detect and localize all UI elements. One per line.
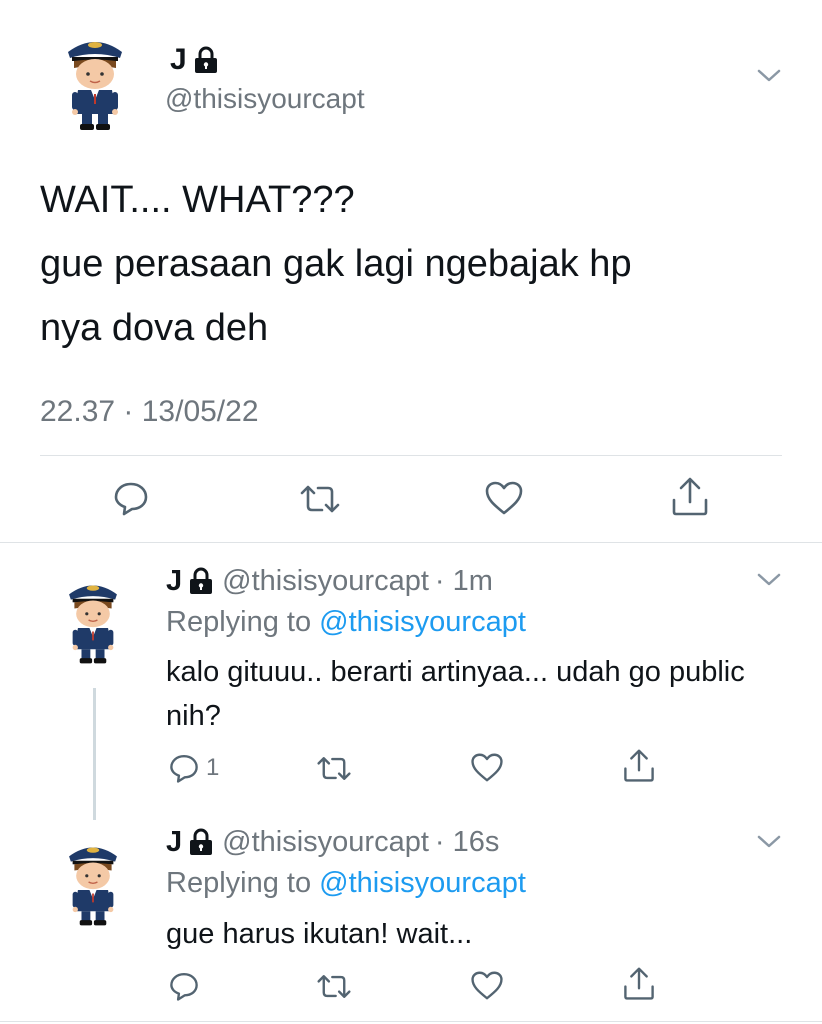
handle[interactable]: @thisisyourcapt [222, 562, 429, 600]
share-icon [624, 967, 654, 1000]
reply-time[interactable]: · 16s [435, 823, 499, 861]
lock-icon [193, 46, 219, 74]
share-icon [624, 749, 654, 782]
reply-button[interactable]: 1 [168, 752, 219, 784]
replying-to: Replying to @thisisyourcapt [166, 864, 526, 902]
reply-header: J @thisisyourcapt · 16s [166, 823, 499, 861]
display-name-text[interactable]: J [170, 40, 187, 80]
replying-to-prefix: Replying to [166, 606, 312, 638]
reply-icon [170, 755, 198, 783]
handle[interactable]: @thisisyourcapt [165, 80, 365, 118]
avatar[interactable] [62, 832, 124, 932]
retweet-button[interactable] [298, 482, 342, 516]
tweet-text-line: WAIT.... WHAT??? [40, 179, 355, 221]
share-icon [672, 477, 708, 516]
reply-text: gue harus ikutan! wait... [166, 918, 473, 950]
reply-icon [114, 482, 148, 516]
chevron-down-icon[interactable] [756, 68, 782, 89]
tweet-text: WAIT.... WHAT??? gue perasaan gak lagi n… [40, 168, 780, 360]
avatar[interactable] [60, 30, 130, 132]
tweet-text-line: nya dova deh [40, 307, 269, 349]
chevron-down-icon[interactable] [756, 572, 782, 593]
replying-to-prefix: Replying to [166, 867, 312, 899]
display-name[interactable]: J [170, 40, 219, 80]
reply-text: kalo gituuu.. berarti artinyaa... udah g… [166, 656, 745, 732]
replying-to-link[interactable]: @thisisyourcapt [319, 867, 526, 899]
like-button[interactable] [470, 970, 504, 1001]
lock-icon [188, 567, 214, 595]
display-name[interactable]: J [166, 562, 182, 600]
reply-header: J @thisisyourcapt · 1m [166, 562, 493, 600]
divider [0, 1021, 822, 1022]
share-button[interactable] [622, 966, 656, 1002]
like-button[interactable] [470, 752, 504, 783]
reply-button[interactable] [168, 970, 200, 1002]
handle[interactable]: @thisisyourcapt [222, 823, 429, 861]
display-name[interactable]: J [166, 823, 182, 861]
retweet-icon [317, 757, 351, 780]
share-button[interactable] [670, 476, 710, 518]
like-icon [485, 481, 523, 515]
replying-to: Replying to @thisisyourcapt [166, 603, 526, 641]
replying-to-link[interactable]: @thisisyourcapt [319, 606, 526, 638]
tweet-timestamp[interactable]: 22.37 · 13/05/22 [40, 392, 259, 432]
reply-time[interactable]: · 1m [435, 562, 493, 600]
divider [0, 542, 822, 543]
reply-button[interactable] [112, 480, 150, 516]
retweet-button[interactable] [315, 754, 353, 783]
retweet-button[interactable] [315, 972, 353, 1001]
lock-icon [188, 828, 214, 856]
avatar[interactable] [62, 570, 124, 670]
like-icon [471, 971, 503, 1000]
like-icon [471, 753, 503, 782]
divider [40, 455, 782, 456]
retweet-icon [300, 485, 340, 513]
reply-count: 1 [206, 754, 220, 781]
reply-icon [170, 973, 198, 1001]
tweet-text-line: gue perasaan gak lagi ngebajak hp [40, 243, 632, 285]
thread-connector [93, 688, 96, 820]
retweet-icon [317, 975, 351, 998]
like-button[interactable] [484, 480, 524, 516]
chevron-down-icon[interactable] [756, 834, 782, 855]
share-button[interactable] [622, 748, 656, 784]
